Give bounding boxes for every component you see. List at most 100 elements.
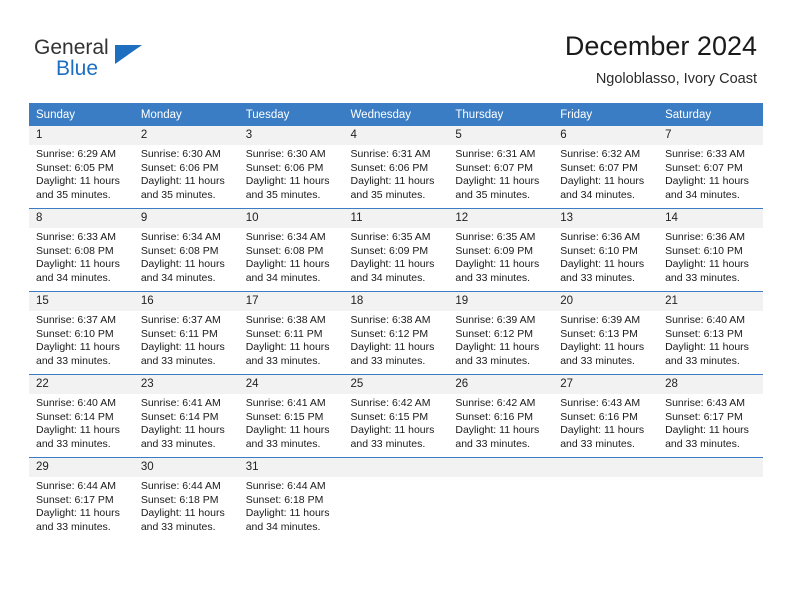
calendar-day-cell[interactable]: 17 Sunrise: 6:38 AM Sunset: 6:11 PM Dayligh…: [238, 291, 344, 375]
calendar-day-cell[interactable]: 28 Sunrise: 6:43 AM Sunset: 6:17 PM Dayligh…: [658, 374, 763, 458]
day-details: Sunrise: 6:36 AM Sunset: 6:10 PM Daylight:…: [658, 228, 763, 285]
day-number: 11: [343, 209, 449, 228]
day-number: 2: [133, 126, 239, 145]
calendar-day-cell[interactable]: 14 Sunrise: 6:36 AM Sunset: 6:10 PM Dayligh…: [658, 208, 763, 292]
calendar-day-cell[interactable]: 18 Sunrise: 6:38 AM Sunset: 6:12 PM Dayligh…: [343, 291, 449, 375]
day-number: 20: [553, 292, 659, 311]
calendar-day-cell[interactable]: 6 Sunrise: 6:32 AM Sunset: 6:07 PM Daylight…: [553, 126, 659, 209]
day-number-placeholder: [343, 458, 449, 477]
daylight-text-line2: and 33 minutes.: [455, 271, 531, 284]
daylight-text-line1: Daylight: 11 hours: [455, 424, 540, 437]
day-number: 8: [29, 209, 134, 228]
calendar-day-cell[interactable]: 15 Sunrise: 6:37 AM Sunset: 6:10 PM Dayligh…: [29, 291, 134, 375]
daylight-text-line1: Daylight: 11 hours: [245, 258, 330, 271]
daylight-text-line1: Daylight: 11 hours: [455, 341, 540, 354]
day-details: Sunrise: 6:44 AM Sunset: 6:17 PM Daylight:…: [29, 477, 134, 534]
sunrise-text: Sunrise: 6:39 AM: [560, 314, 641, 326]
sunset-text: Sunset: 6:08 PM: [245, 244, 324, 257]
sunrise-text: Sunrise: 6:36 AM: [665, 231, 746, 243]
calendar-day-cell[interactable]: 21 Sunrise: 6:40 AM Sunset: 6:13 PM Dayligh…: [658, 291, 763, 375]
calendar-day-cell[interactable]: 8 Sunrise: 6:33 AM Sunset: 6:08 PM Daylight…: [29, 208, 134, 292]
day-details: Sunrise: 6:31 AM Sunset: 6:07 PM Daylight:…: [448, 145, 553, 202]
calendar-day-cell-empty: [658, 457, 763, 540]
day-details: Sunrise: 6:30 AM Sunset: 6:06 PM Daylight:…: [134, 145, 239, 202]
day-details: Sunrise: 6:36 AM Sunset: 6:10 PM Daylight:…: [553, 228, 658, 285]
calendar-day-cell[interactable]: 26 Sunrise: 6:42 AM Sunset: 6:16 PM Dayligh…: [448, 374, 554, 458]
sunset-text: Sunset: 6:17 PM: [36, 493, 114, 506]
sunrise-text: Sunrise: 6:31 AM: [455, 148, 536, 160]
calendar-page: General Blue December 2024 Ngoloblasso, …: [0, 0, 792, 612]
day-details: Sunrise: 6:35 AM Sunset: 6:09 PM Daylight:…: [344, 228, 449, 285]
daylight-text-line1: Daylight: 11 hours: [455, 258, 540, 271]
daylight-text-line1: Daylight: 11 hours: [350, 341, 435, 354]
calendar-day-cell[interactable]: 23 Sunrise: 6:41 AM Sunset: 6:14 PM Dayligh…: [133, 374, 239, 458]
calendar-day-cell[interactable]: 12 Sunrise: 6:35 AM Sunset: 6:09 PM Dayligh…: [448, 208, 554, 292]
calendar-day-cell[interactable]: 10 Sunrise: 6:34 AM Sunset: 6:08 PM Dayligh…: [238, 208, 344, 292]
daylight-text-line2: and 33 minutes.: [140, 437, 216, 450]
daylight-text-line2: and 33 minutes.: [455, 437, 531, 450]
calendar-day-cell[interactable]: 3 Sunrise: 6:30 AM Sunset: 6:06 PM Daylight…: [238, 126, 344, 209]
sunrise-text: Sunrise: 6:34 AM: [245, 231, 326, 243]
day-number: 18: [343, 292, 449, 311]
day-number: 22: [29, 375, 134, 394]
sunset-text: Sunset: 6:06 PM: [350, 161, 429, 174]
sunset-text: Sunset: 6:05 PM: [36, 161, 114, 174]
day-details: Sunrise: 6:43 AM Sunset: 6:16 PM Daylight:…: [553, 394, 658, 451]
calendar-day-cell[interactable]: 19 Sunrise: 6:39 AM Sunset: 6:12 PM Dayligh…: [448, 291, 554, 375]
day-details: Sunrise: 6:44 AM Sunset: 6:18 PM Daylight:…: [239, 477, 344, 534]
general-blue-logo[interactable]: General Blue: [34, 36, 214, 88]
sunrise-text: Sunrise: 6:33 AM: [665, 148, 746, 160]
calendar-day-cell[interactable]: 29 Sunrise: 6:44 AM Sunset: 6:17 PM Dayligh…: [29, 457, 134, 540]
daylight-text-line1: Daylight: 11 hours: [140, 175, 225, 188]
daylight-text-line1: Daylight: 11 hours: [560, 424, 645, 437]
day-details: Sunrise: 6:37 AM Sunset: 6:10 PM Daylight:…: [29, 311, 134, 368]
sunset-text: Sunset: 6:08 PM: [140, 244, 219, 257]
calendar-day-cell[interactable]: 7 Sunrise: 6:33 AM Sunset: 6:07 PM Daylight…: [658, 126, 763, 209]
day-details: Sunrise: 6:29 AM Sunset: 6:05 PM Daylight:…: [29, 145, 134, 202]
sunrise-text: Sunrise: 6:34 AM: [140, 231, 221, 243]
sunrise-text: Sunrise: 6:37 AM: [36, 314, 116, 326]
sunrise-text: Sunrise: 6:40 AM: [665, 314, 746, 326]
calendar-day-cell[interactable]: 27 Sunrise: 6:43 AM Sunset: 6:16 PM Dayligh…: [553, 374, 659, 458]
title-block: December 2024 Ngoloblasso, Ivory Coast: [565, 29, 757, 89]
daylight-text-line2: and 33 minutes.: [560, 354, 635, 367]
calendar-day-cell[interactable]: 2 Sunrise: 6:30 AM Sunset: 6:06 PM Daylight…: [133, 126, 239, 209]
day-number-placeholder: [658, 458, 763, 477]
daylight-text-line1: Daylight: 11 hours: [350, 175, 435, 188]
daylight-text-line1: Daylight: 11 hours: [560, 258, 645, 271]
sunset-text: Sunset: 6:16 PM: [560, 410, 638, 423]
day-details: Sunrise: 6:41 AM Sunset: 6:15 PM Daylight:…: [239, 394, 344, 451]
calendar-day-cell[interactable]: 9 Sunrise: 6:34 AM Sunset: 6:08 PM Daylight…: [133, 208, 239, 292]
sunrise-text: Sunrise: 6:33 AM: [36, 231, 116, 243]
calendar-day-cell[interactable]: 20 Sunrise: 6:39 AM Sunset: 6:13 PM Dayligh…: [553, 291, 659, 375]
day-number: 5: [448, 126, 554, 145]
sunrise-text: Sunrise: 6:43 AM: [560, 397, 641, 409]
calendar-day-cell[interactable]: 4 Sunrise: 6:31 AM Sunset: 6:06 PM Daylight…: [343, 126, 449, 209]
calendar-day-cell[interactable]: 1 Sunrise: 6:29 AM Sunset: 6:05 PM Daylight…: [29, 126, 134, 209]
day-number: 1: [29, 126, 134, 145]
calendar-day-cell[interactable]: 13 Sunrise: 6:36 AM Sunset: 6:10 PM Dayligh…: [553, 208, 659, 292]
daylight-text-line1: Daylight: 11 hours: [560, 341, 645, 354]
calendar-week-row: 8 Sunrise: 6:33 AM Sunset: 6:08 PM Daylight…: [29, 208, 763, 292]
calendar-day-cell[interactable]: 11 Sunrise: 6:35 AM Sunset: 6:09 PM Dayligh…: [343, 208, 449, 292]
calendar-day-cell-empty: [343, 457, 449, 540]
calendar-day-cell[interactable]: 24 Sunrise: 6:41 AM Sunset: 6:15 PM Dayligh…: [238, 374, 344, 458]
day-details: Sunrise: 6:39 AM Sunset: 6:12 PM Daylight:…: [448, 311, 553, 368]
sunset-text: Sunset: 6:13 PM: [665, 327, 743, 340]
calendar-day-cell[interactable]: 22 Sunrise: 6:40 AM Sunset: 6:14 PM Dayligh…: [29, 374, 134, 458]
calendar-day-cell[interactable]: 31 Sunrise: 6:44 AM Sunset: 6:18 PM Dayligh…: [238, 457, 344, 540]
calendar-day-cell[interactable]: 16 Sunrise: 6:37 AM Sunset: 6:11 PM Dayligh…: [133, 291, 239, 375]
triangle-icon: [115, 45, 142, 64]
daylight-text-line2: and 34 minutes.: [245, 271, 321, 284]
day-number: 21: [658, 292, 763, 311]
daylight-text-line2: and 33 minutes.: [245, 437, 321, 450]
calendar-day-cell[interactable]: 30 Sunrise: 6:44 AM Sunset: 6:18 PM Dayligh…: [133, 457, 239, 540]
calendar-day-cell[interactable]: 25 Sunrise: 6:42 AM Sunset: 6:15 PM Dayligh…: [343, 374, 449, 458]
sunrise-text: Sunrise: 6:42 AM: [455, 397, 536, 409]
day-details: Sunrise: 6:34 AM Sunset: 6:08 PM Daylight:…: [239, 228, 344, 285]
calendar-day-cell[interactable]: 5 Sunrise: 6:31 AM Sunset: 6:07 PM Daylight…: [448, 126, 554, 209]
sunrise-text: Sunrise: 6:40 AM: [36, 397, 116, 409]
daylight-text-line1: Daylight: 11 hours: [36, 258, 120, 271]
day-details: Sunrise: 6:44 AM Sunset: 6:18 PM Daylight:…: [134, 477, 239, 534]
day-number: 27: [553, 375, 659, 394]
